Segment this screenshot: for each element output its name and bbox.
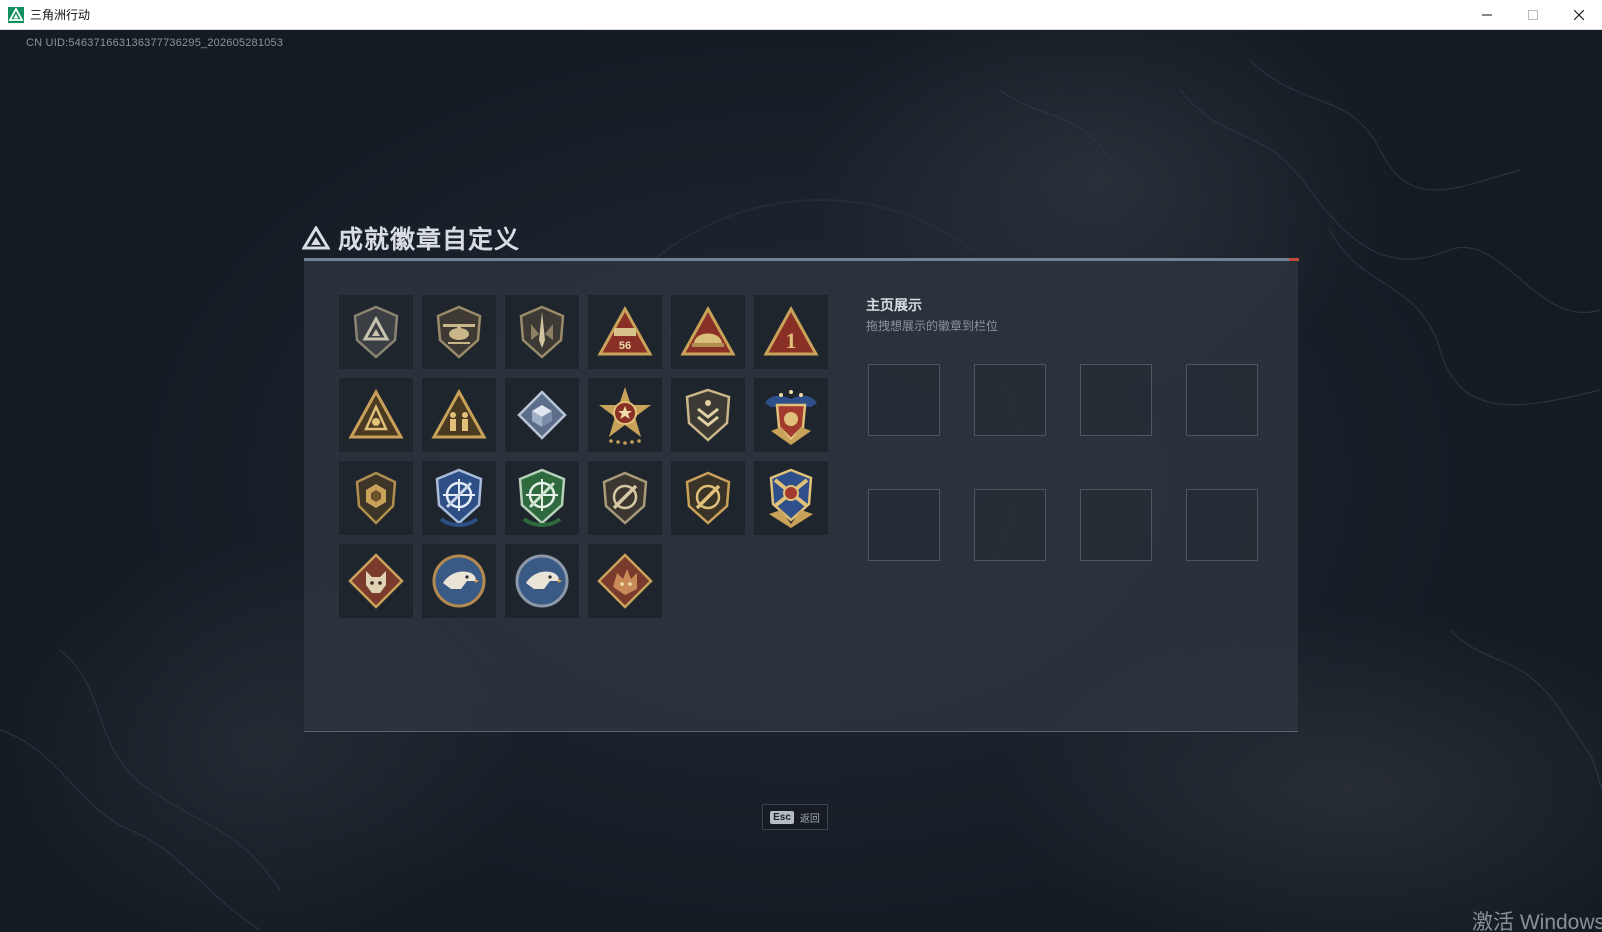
badge-tile[interactable] — [587, 543, 663, 619]
showcase-slot-7[interactable] — [1080, 489, 1152, 561]
badge-collection-grid: 56 1 — [338, 294, 829, 619]
esc-key-icon: Esc — [770, 810, 794, 824]
badge-tile[interactable] — [670, 377, 746, 453]
badge-tile[interactable] — [504, 543, 580, 619]
helicopter-shield-badge-icon — [436, 305, 482, 359]
delta-triangle-logo-icon — [302, 226, 330, 250]
green-crosshair-shield-badge-icon — [518, 468, 566, 527]
panel-header: 成就徽章自定义 — [302, 220, 520, 256]
crossed-rifles-crest-badge-icon — [769, 468, 813, 528]
minimize-icon — [1482, 14, 1492, 16]
back-label: 返回 — [799, 813, 820, 825]
showcase-subtitle: 拖拽想展示的徽章到栏位 — [866, 319, 999, 333]
close-button[interactable] — [1556, 0, 1602, 30]
badge-tile[interactable] — [421, 543, 497, 619]
showcase-slot-6[interactable] — [974, 489, 1046, 561]
activate-windows-watermark: 激活 Windows — [1472, 911, 1602, 932]
shield-triangle-badge-icon — [353, 305, 399, 359]
showcase-slot-2[interactable] — [974, 364, 1046, 436]
page-title: 成就徽章自定义 — [338, 226, 521, 254]
dragon-diamond-badge-icon — [597, 553, 653, 609]
svg-text:1: 1 — [786, 328, 797, 353]
badge-tile[interactable] — [338, 377, 414, 453]
rifle-shield-gold-badge-icon — [685, 471, 731, 525]
window-title: 三角洲行动 — [30, 8, 91, 22]
bronze-hex-shield-badge-icon — [355, 471, 397, 525]
badge-tile[interactable] — [421, 294, 497, 370]
app-icon — [8, 6, 24, 23]
chevron-shield-badge-icon — [685, 388, 731, 442]
minimize-button[interactable] — [1464, 0, 1510, 30]
badge-tile[interactable] — [587, 460, 663, 536]
badge-tile[interactable] — [753, 377, 829, 453]
showcase-slot-4[interactable] — [1186, 364, 1258, 436]
game-viewport: CN UID:546371663136377736295_20260528105… — [0, 30, 1602, 932]
badge-tile[interactable] — [753, 460, 829, 536]
badge-tile[interactable] — [587, 377, 663, 453]
badge-tile[interactable] — [504, 460, 580, 536]
svg-text:56: 56 — [619, 340, 631, 352]
badge-tile[interactable] — [670, 460, 746, 536]
dagger-shield-badge-icon — [519, 305, 565, 359]
red-triangle-56-badge-icon: 56 — [597, 306, 653, 356]
badge-tile[interactable] — [338, 294, 414, 370]
badge-tile[interactable]: 56 — [587, 294, 663, 370]
badge-tile[interactable] — [421, 377, 497, 453]
star-medal-badge-icon — [599, 387, 651, 445]
badge-tile[interactable] — [504, 294, 580, 370]
showcase-slots — [868, 364, 1258, 561]
maximize-button[interactable] — [1510, 0, 1556, 30]
silver-diamond-cube-badge-icon — [517, 390, 567, 440]
window-controls — [1464, 0, 1602, 30]
red-triangle-1-badge-icon: 1 — [763, 306, 819, 356]
blue-crosshair-shield-badge-icon — [435, 468, 483, 527]
badge-customization-panel: 56 1 主页展示 拖拽想展示的徽章到栏位 — [304, 258, 1299, 732]
maximize-icon — [1528, 10, 1538, 20]
badge-tile[interactable] — [338, 460, 414, 536]
red-triangle-helmet-badge-icon — [680, 306, 736, 356]
esc-back-button[interactable]: Esc 返回 — [762, 804, 828, 830]
showcase-slot-5[interactable] — [868, 489, 940, 561]
showcase-slot-1[interactable] — [868, 364, 940, 436]
gold-triangle-soldiers-badge-icon — [431, 389, 487, 439]
badge-tile[interactable] — [421, 460, 497, 536]
winged-crest-badge-icon — [765, 390, 817, 445]
rifle-shield-badge-icon — [602, 471, 648, 525]
showcase-slot-3[interactable] — [1080, 364, 1152, 436]
window-titlebar: 三角洲行动 — [0, 0, 1602, 30]
showcase-slot-8[interactable] — [1186, 489, 1258, 561]
eagle-circle-badge-icon — [432, 554, 486, 608]
showcase-title: 主页展示 — [866, 297, 922, 313]
eagle-circle-blue-badge-icon — [515, 554, 569, 608]
gold-triangle-emblem-badge-icon — [348, 389, 404, 439]
close-icon — [1574, 10, 1584, 20]
wolf-diamond-badge-icon — [348, 553, 404, 609]
badge-tile[interactable] — [338, 543, 414, 619]
uid-text: CN UID:546371663136377736295_20260528105… — [26, 37, 284, 49]
badge-tile[interactable] — [504, 377, 580, 453]
badge-tile[interactable]: 1 — [753, 294, 829, 370]
badge-tile[interactable] — [670, 294, 746, 370]
